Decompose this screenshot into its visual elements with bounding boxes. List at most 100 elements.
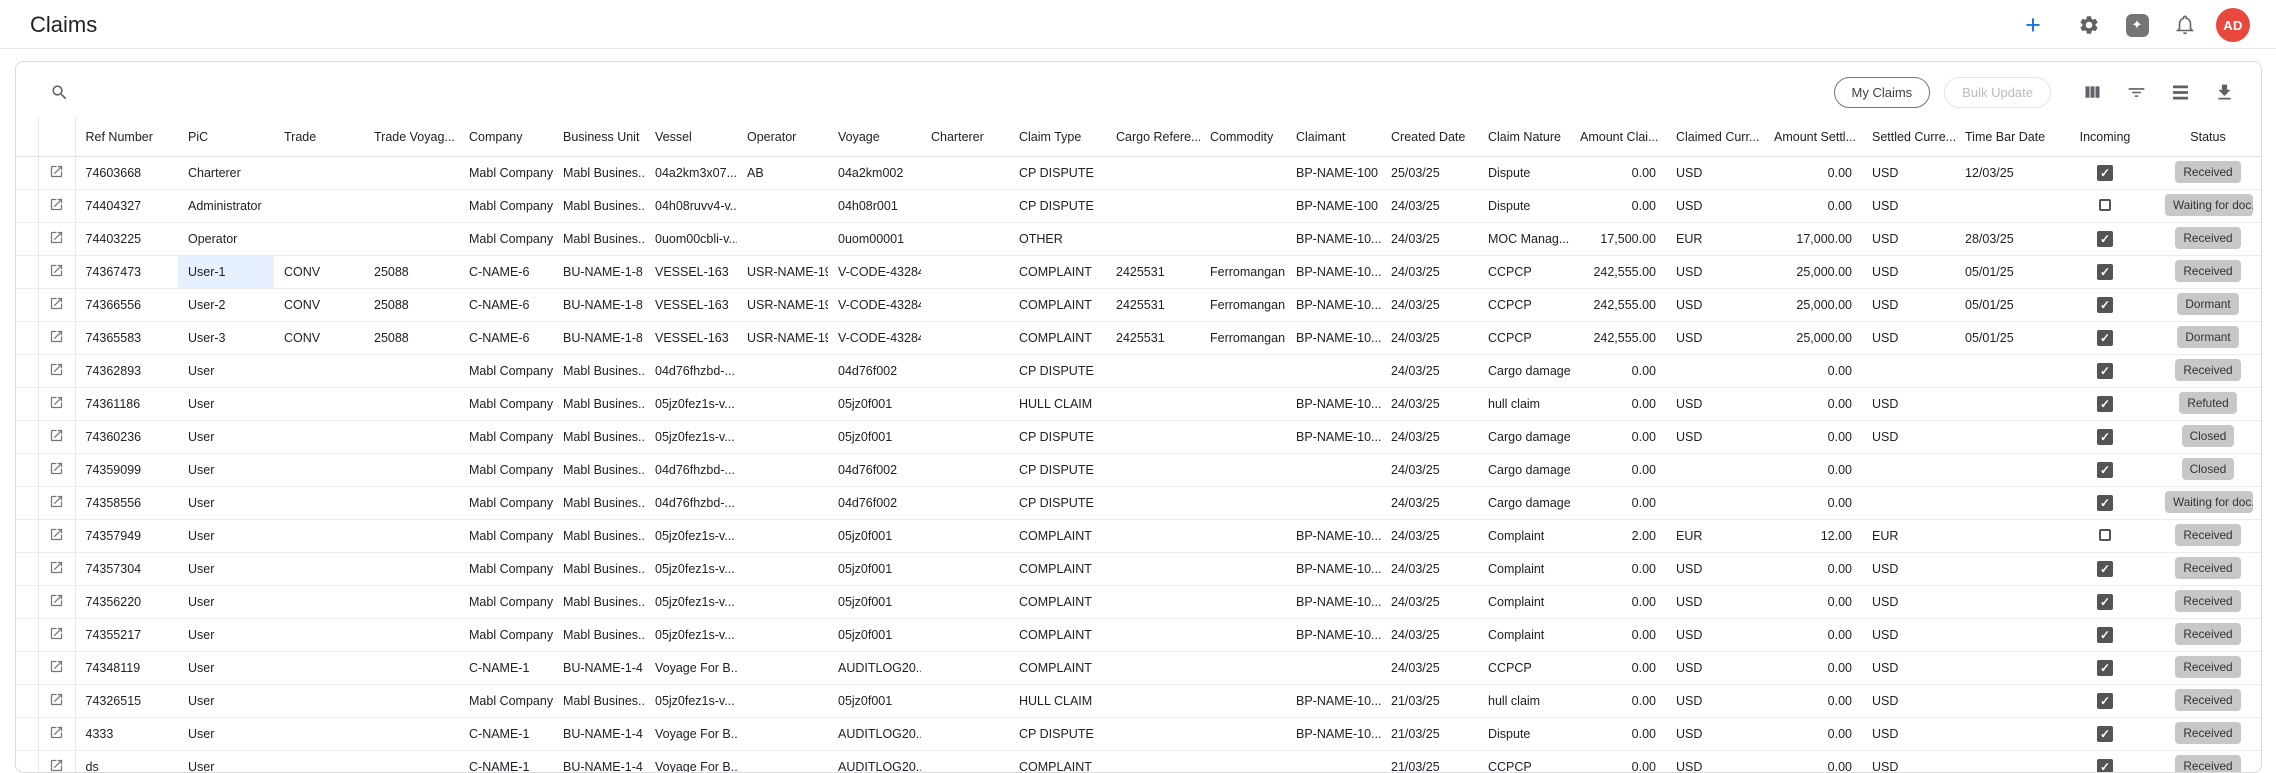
column-header-amount_settled[interactable]: Amount Settl... xyxy=(1764,117,1862,157)
column-header-operator[interactable]: Operator xyxy=(737,117,828,157)
column-header-ref[interactable]: Ref Number xyxy=(75,117,178,157)
cell-status: Received xyxy=(2155,355,2261,388)
open-claim-icon[interactable] xyxy=(49,461,64,476)
sparkle-badge-icon[interactable]: ✦ xyxy=(2120,8,2154,42)
row-icon-cell xyxy=(38,553,75,586)
cell-claim_type: COMPLAINT xyxy=(1009,619,1106,652)
incoming-checkbox[interactable]: ✓ xyxy=(2097,594,2113,610)
open-claim-icon[interactable] xyxy=(49,263,64,278)
incoming-checkbox[interactable]: ✓ xyxy=(2097,462,2113,478)
incoming-checkbox[interactable] xyxy=(2099,529,2111,541)
column-header-cargo_ref[interactable]: Cargo Refere... xyxy=(1106,117,1200,157)
column-header-created[interactable]: Created Date xyxy=(1381,117,1478,157)
column-header-company[interactable]: Company xyxy=(459,117,553,157)
column-header-claim_type[interactable]: Claim Type xyxy=(1009,117,1106,157)
download-icon[interactable] xyxy=(2207,77,2241,107)
column-header-claimant[interactable]: Claimant xyxy=(1286,117,1381,157)
cell-charterer xyxy=(921,190,1009,223)
column-header-voyage[interactable]: Voyage xyxy=(828,117,921,157)
open-claim-icon[interactable] xyxy=(49,329,64,344)
column-header-commodity[interactable]: Commodity xyxy=(1200,117,1286,157)
row-spacer xyxy=(16,454,38,487)
cell-created: 24/03/25 xyxy=(1381,388,1478,421)
column-header-settled_currency[interactable]: Settled Curre... xyxy=(1862,117,1955,157)
column-header-charterer[interactable]: Charterer xyxy=(921,117,1009,157)
column-header-claimed_currency[interactable]: Claimed Curr... xyxy=(1666,117,1764,157)
column-header-trade_voyage[interactable]: Trade Voyag... xyxy=(364,117,459,157)
column-header-trade[interactable]: Trade xyxy=(274,117,364,157)
cell-company: C-NAME-1 xyxy=(459,652,553,685)
incoming-checkbox[interactable]: ✓ xyxy=(2097,429,2113,445)
open-claim-icon[interactable] xyxy=(49,494,64,509)
cell-trade_voyage xyxy=(364,520,459,553)
incoming-checkbox[interactable]: ✓ xyxy=(2097,363,2113,379)
incoming-checkbox[interactable]: ✓ xyxy=(2097,660,2113,676)
open-claim-icon[interactable] xyxy=(49,758,64,773)
incoming-checkbox[interactable]: ✓ xyxy=(2097,561,2113,577)
open-claim-icon[interactable] xyxy=(49,395,64,410)
column-header-claim_nature[interactable]: Claim Nature xyxy=(1478,117,1570,157)
incoming-checkbox[interactable]: ✓ xyxy=(2097,297,2113,313)
cell-charterer xyxy=(921,487,1009,520)
cell-time_bar: 05/01/25 xyxy=(1955,289,2055,322)
my-claims-button[interactable]: My Claims xyxy=(1834,77,1931,108)
avatar[interactable]: AD xyxy=(2216,8,2250,42)
open-claim-icon[interactable] xyxy=(49,197,64,212)
cell-created: 24/03/25 xyxy=(1381,586,1478,619)
filter-icon[interactable] xyxy=(2119,77,2153,107)
column-header-pic[interactable]: PiC xyxy=(178,117,274,157)
open-claim-icon[interactable] xyxy=(49,164,64,179)
incoming-checkbox[interactable]: ✓ xyxy=(2097,627,2113,643)
cell-commodity xyxy=(1200,487,1286,520)
cell-incoming: ✓ xyxy=(2055,157,2155,190)
cell-vessel: 05jz0fez1s-v... xyxy=(645,553,737,586)
incoming-checkbox[interactable] xyxy=(2099,199,2111,211)
open-claim-icon[interactable] xyxy=(49,692,64,707)
cell-claim_type: COMPLAINT xyxy=(1009,652,1106,685)
open-claim-icon[interactable] xyxy=(49,362,64,377)
open-claim-icon[interactable] xyxy=(49,626,64,641)
incoming-checkbox[interactable]: ✓ xyxy=(2097,165,2113,181)
column-header-amount_claimed[interactable]: Amount Clai... xyxy=(1570,117,1666,157)
column-header-incoming[interactable]: Incoming xyxy=(2055,117,2155,157)
settings-gear-icon[interactable] xyxy=(2072,8,2106,42)
search-icon[interactable] xyxy=(42,75,76,109)
open-claim-icon[interactable] xyxy=(49,230,64,245)
incoming-checkbox[interactable]: ✓ xyxy=(2097,396,2113,412)
open-claim-icon[interactable] xyxy=(49,428,64,443)
bulk-update-button[interactable]: Bulk Update xyxy=(1944,77,2051,108)
open-claim-icon[interactable] xyxy=(49,593,64,608)
cell-incoming: ✓ xyxy=(2055,289,2155,322)
cell-pic: User xyxy=(178,388,274,421)
cell-claimed_currency: USD xyxy=(1666,322,1764,355)
column-header-vessel[interactable]: Vessel xyxy=(645,117,737,157)
cell-amount_claimed: 0.00 xyxy=(1570,652,1666,685)
column-header-business_unit[interactable]: Business Unit xyxy=(553,117,645,157)
cell-claim_type: COMPLAINT xyxy=(1009,751,1106,773)
columns-icon[interactable] xyxy=(2075,77,2109,107)
table-row: 74404327AdministratorMabl CompanyMabl Bu… xyxy=(16,190,2261,223)
incoming-checkbox[interactable]: ✓ xyxy=(2097,495,2113,511)
notifications-bell-icon[interactable] xyxy=(2168,8,2202,42)
row-density-icon[interactable] xyxy=(2163,77,2197,107)
open-claim-icon[interactable] xyxy=(49,527,64,542)
cell-business_unit: Mabl Busines... xyxy=(553,190,645,223)
incoming-checkbox[interactable]: ✓ xyxy=(2097,330,2113,346)
open-claim-icon[interactable] xyxy=(49,560,64,575)
incoming-checkbox[interactable]: ✓ xyxy=(2097,231,2113,247)
cell-voyage: 04h08r001 xyxy=(828,190,921,223)
cell-trade_voyage xyxy=(364,586,459,619)
open-claim-icon[interactable] xyxy=(49,659,64,674)
table-row: 74357949UserMabl CompanyMabl Busines...0… xyxy=(16,520,2261,553)
open-claim-icon[interactable] xyxy=(49,296,64,311)
cell-claimant xyxy=(1286,355,1381,388)
open-claim-icon[interactable] xyxy=(49,725,64,740)
column-header-status[interactable]: Status xyxy=(2155,117,2261,157)
add-icon[interactable]: + xyxy=(2016,8,2050,42)
column-header-time_bar[interactable]: Time Bar Date xyxy=(1955,117,2055,157)
incoming-checkbox[interactable]: ✓ xyxy=(2097,759,2113,773)
incoming-checkbox[interactable]: ✓ xyxy=(2097,693,2113,709)
incoming-checkbox[interactable]: ✓ xyxy=(2097,264,2113,280)
incoming-checkbox[interactable]: ✓ xyxy=(2097,726,2113,742)
cell-amount_claimed: 0.00 xyxy=(1570,487,1666,520)
